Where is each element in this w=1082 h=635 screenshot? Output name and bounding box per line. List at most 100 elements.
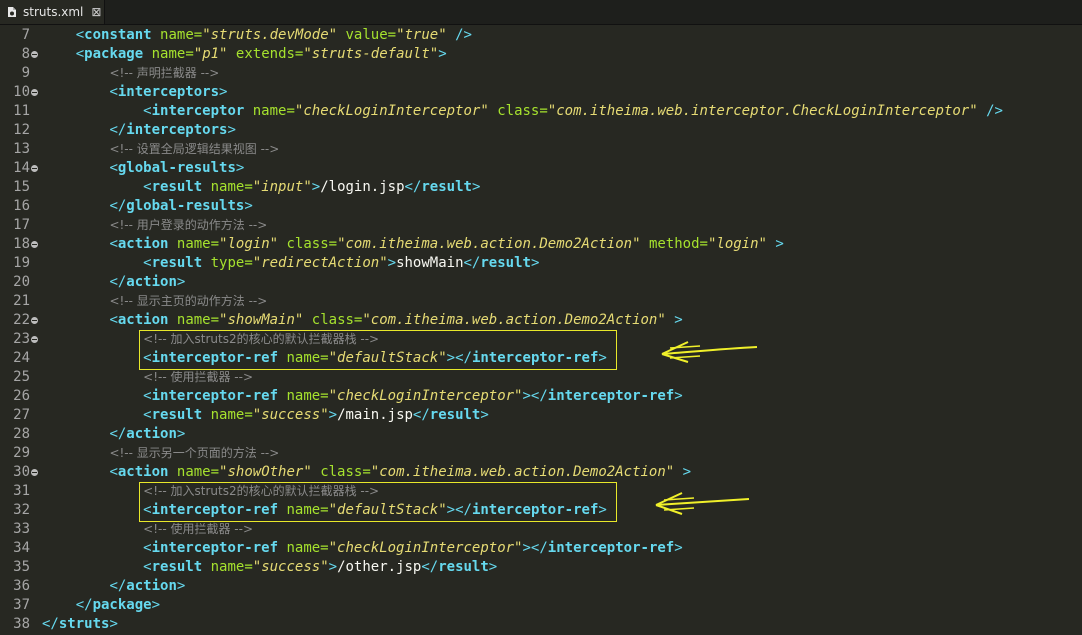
line-number: 30 [13, 464, 30, 480]
code-token: interceptor-ref [151, 388, 279, 404]
code-token: > [176, 426, 186, 442]
code-token: </ [109, 578, 127, 594]
code-token: < [143, 540, 152, 556]
code-token: < [143, 388, 152, 404]
line-number: 27 [13, 407, 30, 423]
code-token: interceptor [151, 103, 245, 119]
code-token: result [151, 255, 203, 271]
tab-bar: struts.xml ⊠ [0, 0, 1082, 25]
close-icon[interactable]: ⊠ [91, 5, 101, 19]
line-number: 33 [13, 521, 30, 537]
code-token: > [387, 255, 397, 271]
code-token: package [84, 46, 144, 62]
code-token: <!-- 使用拦截器 --> [143, 370, 254, 384]
line-number: 28 [13, 426, 30, 442]
code-token: interceptors [117, 84, 220, 100]
fold-toggle-icon[interactable] [31, 241, 38, 248]
code-token: > [244, 198, 253, 214]
fold-toggle-icon[interactable] [31, 317, 38, 324]
code-text: <!-- 显示主页的动作方法 --> [42, 292, 267, 311]
code-text: <interceptor-ref name="checkLoginInterce… [42, 387, 683, 406]
code-text: <result name="input">/login.jsp</result> [42, 178, 480, 197]
code-token: "showOther" [219, 464, 312, 480]
tab-title: struts.xml [23, 5, 84, 19]
code-token: > [775, 236, 784, 252]
code-token: name= [210, 407, 253, 423]
fold-toggle-icon[interactable] [31, 89, 38, 96]
code-token: class= [311, 312, 363, 328]
code-token: <!-- 用户登录的动作方法 --> [109, 218, 268, 232]
code-token: </ [404, 179, 422, 195]
code-token: action [126, 274, 177, 290]
code-line: 18 <action name="login" class="com.ithei… [0, 235, 1082, 254]
line-number: 7 [21, 27, 30, 43]
code-token: constant [84, 27, 152, 43]
file-icon [8, 7, 16, 17]
line-number: 32 [13, 502, 30, 518]
code-line: 19 <result type="redirectAction">showMai… [0, 254, 1082, 273]
code-token: <!-- 显示另一个页面的方法 --> [109, 446, 280, 460]
code-token: "login" [707, 236, 767, 252]
line-number: 11 [13, 103, 30, 119]
code-token: < [109, 84, 118, 100]
code-text: <result type="redirectAction">showMain</… [42, 254, 539, 273]
line-number: 29 [13, 445, 30, 461]
code-token: /> [455, 27, 472, 43]
code-text: </interceptors> [42, 121, 236, 140]
line-number: 35 [13, 559, 30, 575]
code-token: action [126, 578, 177, 594]
code-text: <interceptor-ref name="checkLoginInterce… [42, 539, 683, 558]
code-token: > [674, 312, 683, 328]
code-line: 16 </global-results> [0, 197, 1082, 216]
code-token: "com.itheima.web.action.Demo2Action" [337, 236, 641, 252]
code-token: result [151, 179, 203, 195]
line-number: 34 [13, 540, 30, 556]
line-number: 16 [13, 198, 30, 214]
code-line: 14 <global-results> [0, 159, 1082, 178]
fold-toggle-icon[interactable] [31, 336, 38, 343]
line-number: 25 [13, 369, 30, 385]
code-token: </ [109, 122, 127, 138]
code-text: <!-- 声明拦截器 --> [42, 64, 219, 83]
code-token: > [682, 464, 692, 480]
code-token: "input" [252, 179, 312, 195]
code-token: > [235, 160, 245, 176]
code-token: "login" [219, 236, 279, 252]
code-text: <global-results> [42, 159, 244, 178]
fold-toggle-icon[interactable] [31, 469, 38, 476]
line-number: 17 [13, 217, 30, 233]
tab-struts-xml[interactable]: struts.xml ⊠ [0, 0, 105, 24]
code-line: 21 <!-- 显示主页的动作方法 --> [0, 292, 1082, 311]
code-token: action [126, 426, 177, 442]
code-line: 13 <!-- 设置全局逻辑结果视图 --> [0, 140, 1082, 159]
code-token: /login.jsp [320, 179, 405, 195]
code-token: name= [210, 179, 253, 195]
line-number: 38 [13, 616, 30, 632]
code-token: < [75, 46, 85, 62]
code-token: </ [75, 597, 93, 613]
fold-toggle-icon[interactable] [31, 51, 38, 58]
code-token: name= [286, 540, 329, 556]
code-token: > [227, 122, 236, 138]
line-number: 19 [13, 255, 30, 271]
code-text: <interceptors> [42, 83, 227, 102]
line-number: 26 [13, 388, 30, 404]
line-number: 14 [13, 160, 30, 176]
code-line: 7 <constant name="struts.devMode" value=… [0, 26, 1082, 45]
code-token: "true" [396, 27, 447, 43]
code-text: <action name="showMain" class="com.ithei… [42, 311, 683, 330]
code-token: "com.itheima.web.interceptor.CheckLoginI… [547, 103, 978, 119]
code-token: "checkLoginInterceptor" [294, 103, 489, 119]
code-token: /other.jsp [337, 559, 422, 575]
fold-toggle-icon[interactable] [31, 165, 38, 172]
code-line: 12 </interceptors> [0, 121, 1082, 140]
line-number: 23 [13, 331, 30, 347]
